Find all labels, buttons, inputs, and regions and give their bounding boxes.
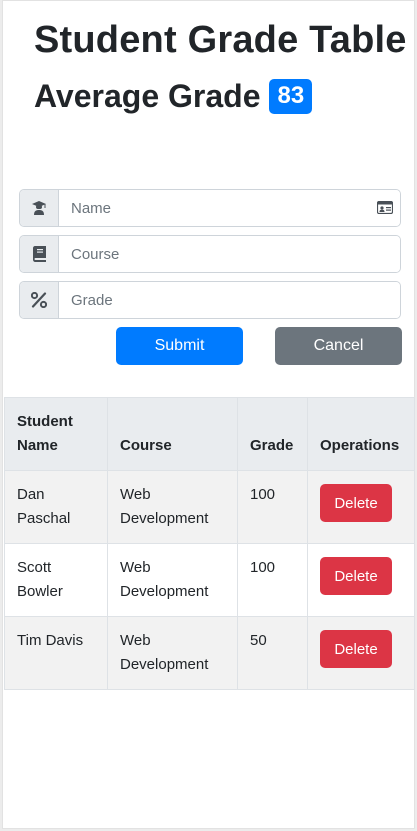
- name-input[interactable]: [59, 190, 400, 226]
- column-header-operations: Operations: [307, 397, 415, 471]
- table-header-row: Student Name Course Grade Operations: [4, 397, 415, 471]
- book-icon: [20, 236, 59, 272]
- column-header-course: Course: [107, 397, 238, 471]
- delete-button[interactable]: Delete: [320, 630, 392, 668]
- course-input[interactable]: [59, 236, 400, 272]
- student-name-cell: Dan Paschal: [4, 470, 108, 544]
- grade-form: Submit Cancel: [19, 189, 402, 367]
- grade-cell: 100: [237, 470, 308, 544]
- course-cell: Web Development: [107, 470, 238, 544]
- page-title: Student Grade Table: [34, 19, 407, 61]
- course-input-group: [19, 235, 401, 273]
- student-name-cell: Scott Bowler: [4, 543, 108, 617]
- course-cell: Web Development: [107, 543, 238, 617]
- operations-cell: Delete: [307, 543, 415, 617]
- grade-cell: 50: [237, 616, 308, 690]
- table-row: Dan Paschal Web Development 100 Delete: [4, 470, 415, 544]
- form-buttons: Submit Cancel: [19, 327, 402, 367]
- operations-cell: Delete: [307, 616, 415, 690]
- table-row: Scott Bowler Web Development 100 Delete: [4, 543, 415, 617]
- column-header-student-name: Student Name: [4, 397, 108, 471]
- delete-button[interactable]: Delete: [320, 557, 392, 595]
- header: Student Grade Table Average Grade 83: [3, 1, 414, 116]
- page: Student Grade Table Average Grade 83 Nam…: [2, 0, 415, 829]
- graduate-icon: [20, 190, 59, 226]
- percent-icon: [20, 282, 59, 318]
- student-name-cell: Tim Davis: [4, 616, 108, 690]
- delete-button[interactable]: Delete: [320, 484, 392, 522]
- average-grade-badge: 83: [269, 78, 313, 114]
- grade-cell: 100: [237, 543, 308, 617]
- id-card-icon: [376, 200, 394, 219]
- table-row: Tim Davis Web Development 50 Delete: [4, 616, 415, 690]
- average-grade-heading: Average Grade 83: [34, 76, 414, 116]
- grade-table: Student Name Course Grade Operations Dan…: [4, 397, 415, 690]
- grade-input[interactable]: [59, 282, 400, 318]
- course-cell: Web Development: [107, 616, 238, 690]
- name-input-group: [19, 189, 401, 227]
- submit-button[interactable]: Submit: [116, 327, 243, 365]
- column-header-grade: Grade: [237, 397, 308, 471]
- cancel-button[interactable]: Cancel: [275, 327, 402, 365]
- operations-cell: Delete: [307, 470, 415, 544]
- grade-input-group: [19, 281, 401, 319]
- average-grade-label: Average Grade: [34, 78, 261, 114]
